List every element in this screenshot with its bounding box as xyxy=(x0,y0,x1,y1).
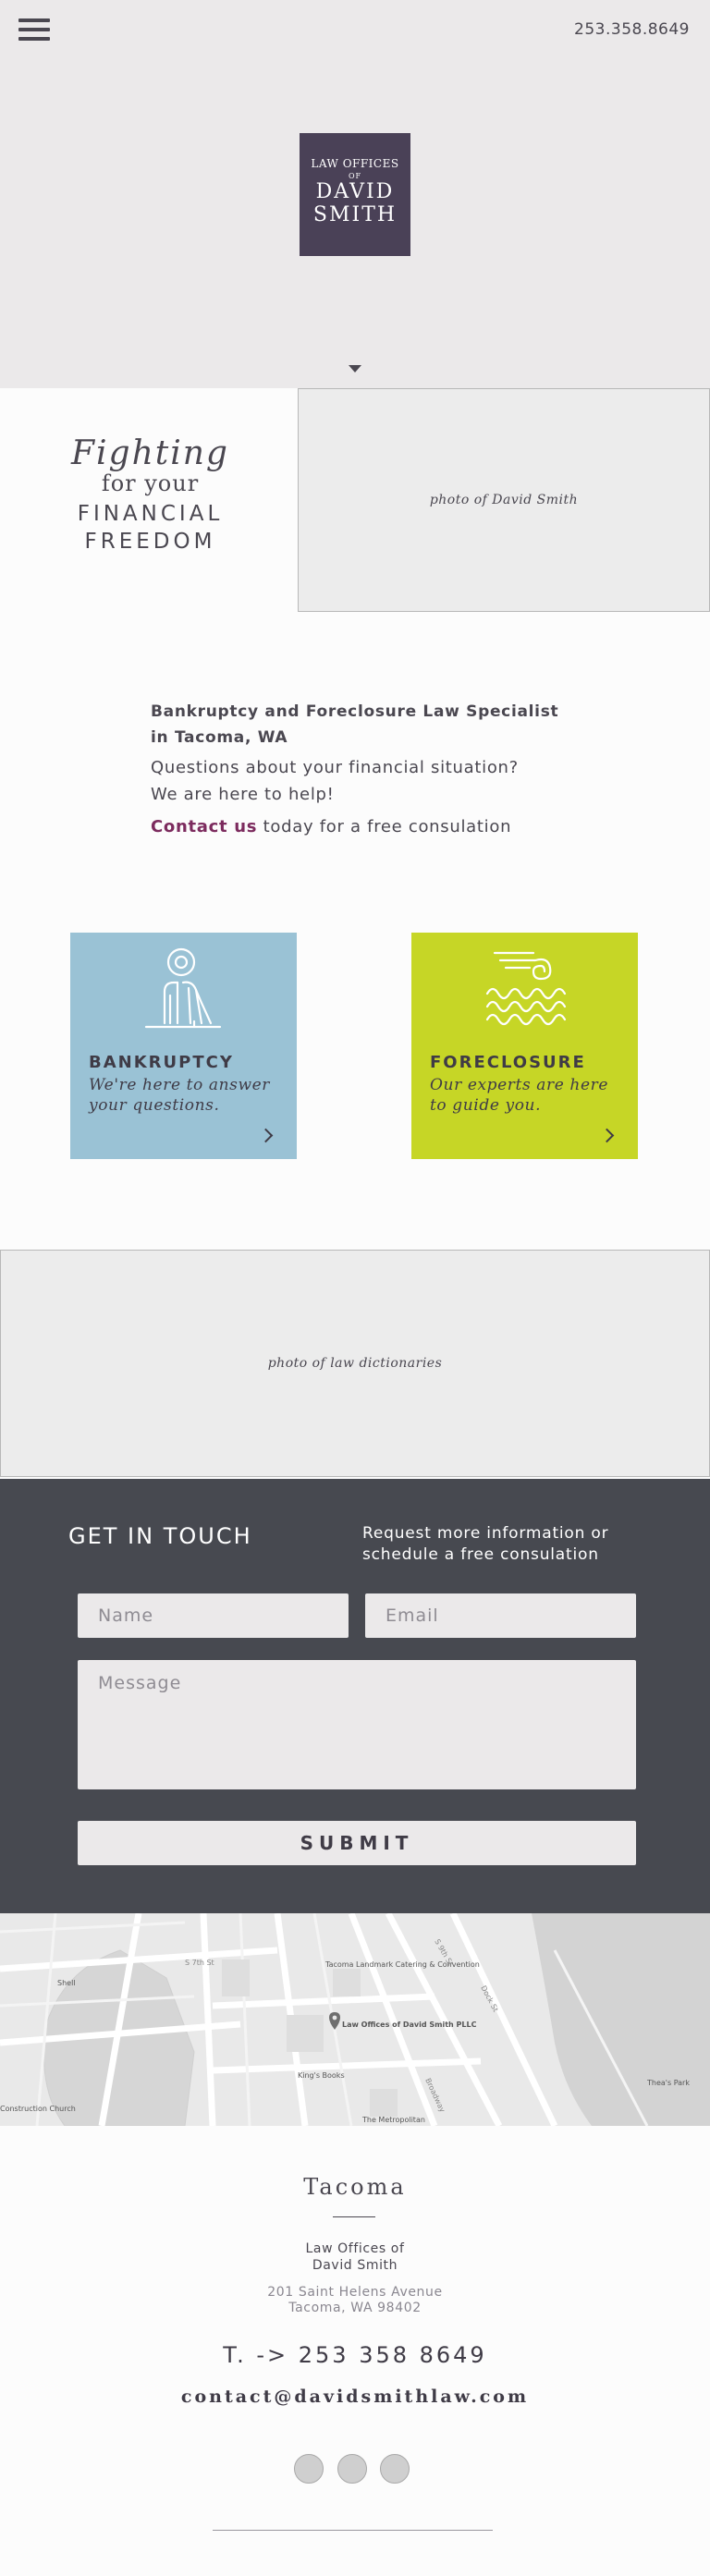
hero-header: 253.358.8649 LAW OFFICES OF DAVID SMITH xyxy=(0,0,710,388)
tagline-line-4: FREEDOM xyxy=(84,530,216,554)
map-label-shell: Shell xyxy=(57,1979,76,1987)
message-field[interactable] xyxy=(78,1660,636,1789)
contact-subtitle: Request more information or schedule a f… xyxy=(362,1524,609,1564)
map-label-metropolitan: The Metropolitan xyxy=(361,2116,425,2124)
contact-title: GET IN TOUCH xyxy=(68,1523,252,1549)
header-phone[interactable]: 253.358.8649 xyxy=(574,20,690,39)
bankruptcy-description: We're here to answer your questions. xyxy=(89,1076,271,1115)
footer-address: 201 Saint Helens Avenue Tacoma, WA 98402 xyxy=(0,2285,710,2316)
foreclosure-card[interactable]: FORECLOSURE Our experts are here to guid… xyxy=(411,933,638,1159)
bankruptcy-title: BANKRUPTCY xyxy=(89,1053,234,1072)
map-label-street-1: S 7th St xyxy=(185,1959,214,1967)
person-in-chair-icon xyxy=(144,947,222,1029)
hero-tagline: Fighting for your FINANCIAL FREEDOM xyxy=(55,434,245,555)
map-label-landmark: Tacoma Landmark Catering & Convention xyxy=(324,1960,480,1969)
submit-button[interactable]: SUBMIT xyxy=(78,1821,636,1865)
logo-line-2: OF xyxy=(348,172,362,180)
footer-bottom-divider xyxy=(213,2530,493,2531)
chevron-right-icon[interactable] xyxy=(599,1128,615,1143)
photo-dict-caption: photo of law dictionaries xyxy=(267,1356,443,1371)
contact-section: GET IN TOUCH Request more information or… xyxy=(0,1479,710,1913)
intro-question-2: We are here to help! xyxy=(151,785,335,804)
photo-law-dictionaries: photo of law dictionaries xyxy=(0,1250,710,1477)
intro-heading-2: in Tacoma, WA xyxy=(151,728,288,747)
photo-david-smith: photo of David Smith xyxy=(298,388,710,612)
footer-address-line-2: Tacoma, WA 98402 xyxy=(288,2301,422,2315)
footer-office-line-1: Law Offices of xyxy=(305,2241,405,2256)
intro-heading-1: Bankruptcy and Foreclosure Law Specialis… xyxy=(151,702,559,721)
photo-david-caption: photo of David Smith xyxy=(429,493,579,507)
footer-phone[interactable]: T. -> 253 358 8649 xyxy=(0,2342,710,2368)
intro-contact-line: Contact us today for a free consulation xyxy=(151,813,585,840)
logo-line-3: DAVID xyxy=(315,180,395,203)
footer-office-line-2: David Smith xyxy=(312,2258,398,2273)
footer-email[interactable]: contact@davidsmithlaw.com xyxy=(0,2387,710,2407)
footer-office: Law Offices of David Smith xyxy=(0,2240,710,2274)
foreclosure-description: Our experts are here to guide you. xyxy=(430,1076,609,1115)
location-map[interactable]: Shell Construction Church Tacoma Landmar… xyxy=(0,1913,710,2126)
tagline-line-1: Fighting xyxy=(71,434,229,472)
map-label-books: King's Books xyxy=(298,2071,345,2080)
contact-rest-text: today for a free consulation xyxy=(257,817,512,836)
name-field[interactable] xyxy=(78,1593,349,1638)
logo-line-4: SMITH xyxy=(312,203,398,226)
intro-question-1: Questions about your financial situation… xyxy=(151,758,519,777)
map-label-park: Thea's Park xyxy=(646,2079,690,2087)
tagline-line-2: for your xyxy=(101,470,200,496)
contact-us-link[interactable]: Contact us xyxy=(151,817,257,836)
map-label-church: Construction Church xyxy=(0,2105,76,2113)
intro-section: Bankruptcy and Foreclosure Law Specialis… xyxy=(151,699,585,840)
chevron-right-icon[interactable] xyxy=(258,1128,274,1143)
social-icon-1[interactable] xyxy=(294,2454,324,2484)
menu-icon[interactable] xyxy=(18,18,52,43)
logo[interactable]: LAW OFFICES OF DAVID SMITH xyxy=(300,133,410,256)
footer-city: Tacoma xyxy=(303,2174,407,2200)
map-label-office: Law Offices of David Smith PLLC xyxy=(342,2021,477,2029)
email-field[interactable] xyxy=(365,1593,636,1638)
map-canvas[interactable]: Shell Construction Church Tacoma Landmar… xyxy=(0,1913,710,2126)
waves-wind-icon xyxy=(485,951,567,1026)
logo-line-1: LAW OFFICES xyxy=(311,157,399,170)
footer-address-line-1: 201 Saint Helens Avenue xyxy=(267,2285,443,2300)
social-icon-3[interactable] xyxy=(380,2454,410,2484)
footer-divider xyxy=(333,2216,375,2217)
social-icon-2[interactable] xyxy=(337,2454,367,2484)
foreclosure-title: FORECLOSURE xyxy=(430,1053,586,1072)
bankruptcy-card[interactable]: BANKRUPTCY We're here to answer your que… xyxy=(70,933,297,1159)
tagline-line-3: FINANCIAL xyxy=(77,502,224,526)
footer: Tacoma Law Offices of David Smith 201 Sa… xyxy=(0,2126,710,2576)
scroll-down-icon[interactable] xyxy=(349,365,361,372)
